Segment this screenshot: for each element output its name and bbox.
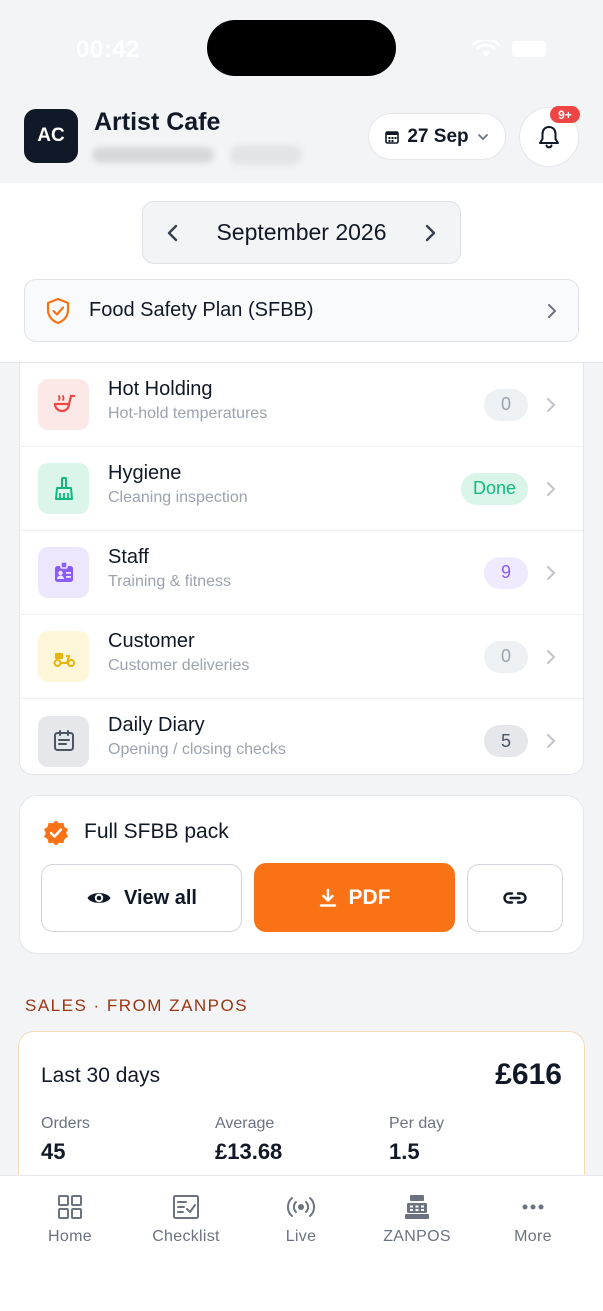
checklist-item-hygiene[interactable]: Hygiene Cleaning inspection Done <box>20 447 583 531</box>
pack-title: Full SFBB pack <box>84 820 229 843</box>
bell-icon <box>539 126 559 149</box>
broadcast-icon <box>286 1197 316 1217</box>
sales-period: Last 30 days <box>41 1064 161 1087</box>
stat-value: 45 <box>41 1139 66 1164</box>
copy-link-button[interactable] <box>467 864 563 932</box>
chevron-right-icon <box>547 649 556 664</box>
stat-label: Per day <box>389 1115 445 1132</box>
more-icon <box>522 1204 544 1210</box>
download-icon <box>319 888 336 907</box>
venue-name[interactable]: Artist Cafe <box>94 108 220 137</box>
stat-label: Orders <box>41 1115 90 1132</box>
stat-label: Average <box>215 1115 275 1132</box>
chevron-right-icon <box>548 303 557 318</box>
checklist-item-title: Daily Diary <box>108 714 205 736</box>
venue-avatar[interactable]: AC <box>24 109 78 163</box>
id-badge-icon <box>38 547 89 598</box>
venue-subtitle-redacted <box>92 145 302 165</box>
tab-live[interactable]: Live <box>246 1194 356 1246</box>
tab-zanpos[interactable]: ZANPOS <box>362 1194 472 1246</box>
checklist-card: Hot Holding Hot-hold temperatures 0 Hygi… <box>19 363 584 775</box>
bottom-tab-bar: Home Checklist Live ZANPOS More <box>0 1175 603 1311</box>
chevron-right-icon <box>547 734 556 748</box>
view-all-label: View all <box>123 886 197 909</box>
pdf-label: PDF <box>348 885 391 909</box>
food-safety-plan-link[interactable]: Food Safety Plan (SFBB) <box>24 279 579 342</box>
count-badge: 0 <box>484 388 528 421</box>
count-badge: 9 <box>484 556 528 589</box>
sales-section-label: SALES · FROM ZANPOS <box>25 996 249 1015</box>
checklist-item-customer[interactable]: Customer Customer deliveries 0 <box>20 615 583 699</box>
checklist-item-subtitle: Hot-hold temperatures <box>108 405 268 422</box>
chevron-down-icon <box>477 133 488 140</box>
checklist-item-title: Staff <box>108 546 149 568</box>
calendar-section: September 2026 Food Safety Plan (SFBB) <box>0 183 603 363</box>
scooter-icon <box>38 631 89 682</box>
month-navigator: September 2026 <box>142 201 461 264</box>
stat-value: £13.68 <box>215 1139 283 1164</box>
tab-label: Home <box>48 1228 92 1245</box>
battery-icon <box>512 41 546 57</box>
register-icon <box>405 1195 429 1219</box>
stat-average: Average £13.68 <box>215 1115 282 1165</box>
link-icon <box>503 892 527 904</box>
chevron-right-icon <box>547 481 556 496</box>
checklist-item-subtitle: Training & fitness <box>108 573 232 590</box>
checklist-item-daily-diary[interactable]: Daily Diary Opening / closing checks 5 <box>20 699 583 774</box>
stat-per-day: Per day 1.5 <box>389 1115 444 1165</box>
date-picker-button[interactable]: 27 Sep <box>368 113 506 160</box>
food-safety-plan-label: Food Safety Plan (SFBB) <box>89 299 314 321</box>
tab-more[interactable]: More <box>478 1194 588 1246</box>
chevron-right-icon <box>547 397 556 412</box>
calendar-icon <box>38 715 89 767</box>
calendar-icon <box>385 130 400 144</box>
checklist-item-hot-holding[interactable]: Hot Holding Hot-hold temperatures 0 <box>20 363 583 447</box>
tab-checklist[interactable]: Checklist <box>131 1194 241 1246</box>
ladle-icon <box>38 379 89 430</box>
stat-value: 1.5 <box>389 1139 420 1164</box>
count-badge: 5 <box>484 725 528 757</box>
download-pdf-button[interactable]: PDF <box>254 863 455 932</box>
eye-icon <box>87 893 111 903</box>
checklist-item-subtitle: Opening / closing checks <box>108 741 286 758</box>
checklist-item-title: Customer <box>108 630 195 652</box>
grid-icon <box>58 1195 82 1219</box>
status-time: 00:42 <box>76 36 140 63</box>
count-badge: 0 <box>484 640 528 673</box>
view-all-button[interactable]: View all <box>41 864 242 932</box>
tab-label: More <box>514 1228 552 1245</box>
dynamic-island <box>207 20 396 76</box>
sales-total: £616 <box>495 1058 562 1091</box>
checklist-item-staff[interactable]: Staff Training & fitness 9 <box>20 531 583 615</box>
wifi-icon <box>472 40 500 57</box>
status-bar: 00:42 <box>0 0 603 95</box>
checklist-item-title: Hot Holding <box>108 378 213 400</box>
app-header: AC Artist Cafe 27 Sep <box>0 95 603 183</box>
date-label: 27 Sep <box>407 125 469 147</box>
broom-icon <box>38 463 89 514</box>
sfbb-pack-card: Full SFBB pack View all PDF <box>19 795 584 954</box>
month-label: September 2026 <box>216 219 387 245</box>
checklist-item-subtitle: Cleaning inspection <box>108 489 248 506</box>
checklist-item-subtitle: Customer deliveries <box>108 657 250 674</box>
verified-badge-icon <box>44 820 68 846</box>
stat-orders: Orders 45 <box>41 1115 90 1165</box>
chevron-right-icon <box>547 565 556 580</box>
checklist-icon <box>173 1195 199 1219</box>
tab-home[interactable]: Home <box>15 1194 125 1246</box>
tab-label: Checklist <box>152 1228 220 1245</box>
tab-label: Live <box>285 1228 317 1245</box>
status-badge: Done <box>460 472 528 505</box>
shield-check-icon <box>46 297 70 324</box>
chevron-left-icon[interactable] <box>165 223 181 243</box>
tab-label: ZANPOS <box>383 1228 451 1245</box>
chevron-right-icon[interactable] <box>422 223 438 243</box>
notification-count-badge: 9+ <box>550 106 580 123</box>
checklist-item-title: Hygiene <box>108 462 182 484</box>
